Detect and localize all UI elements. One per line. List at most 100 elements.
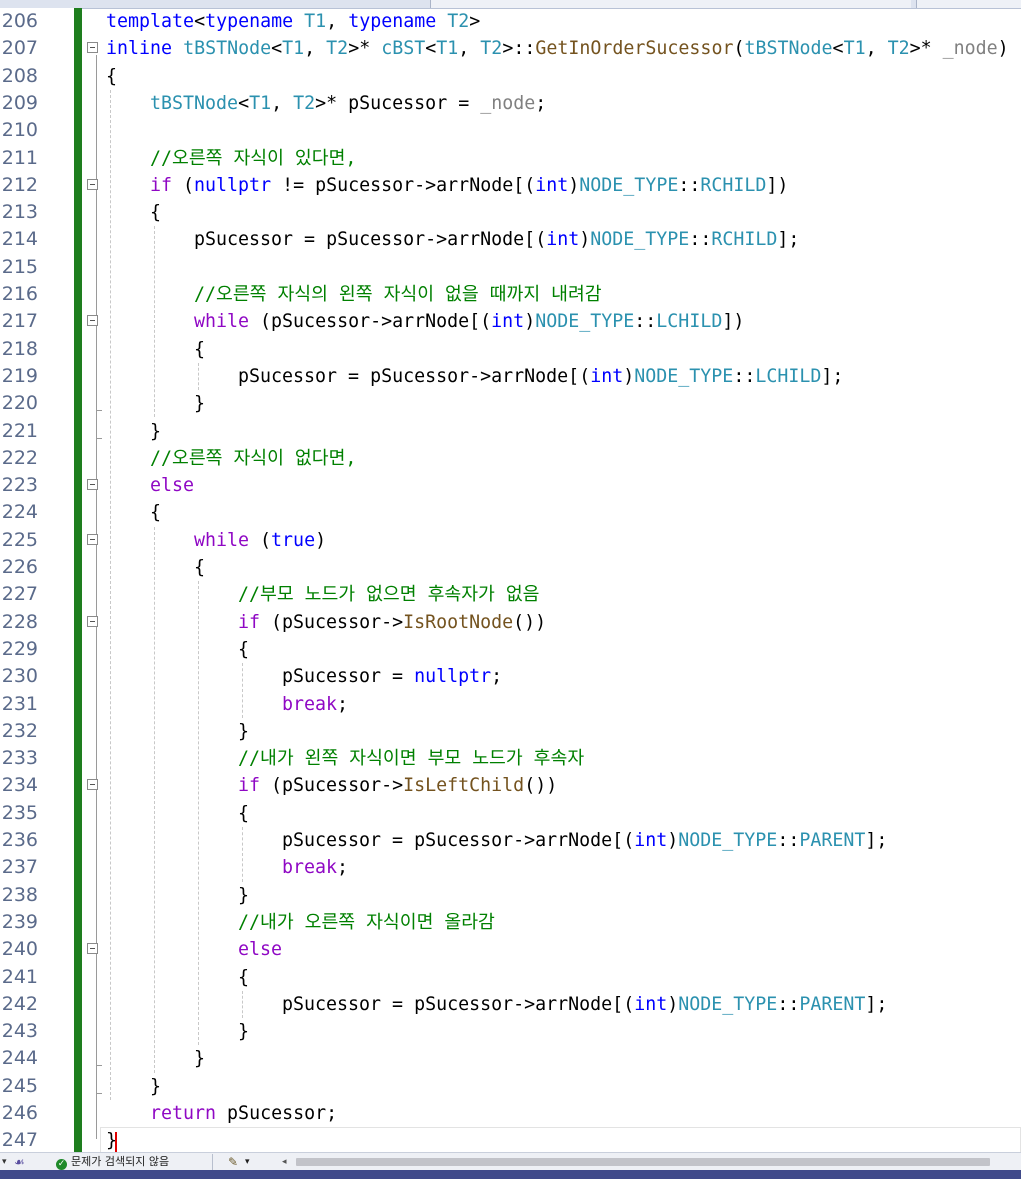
arrow-left-icon[interactable]: ◂ (282, 1154, 287, 1170)
code-line[interactable]: 210 (0, 117, 1021, 144)
code-cleanup-icon[interactable]: ✎ (228, 1154, 238, 1170)
code-text: } (238, 1021, 250, 1043)
line-number: 247 (1, 1129, 38, 1152)
code-editor[interactable]: 206 template<typename T1, typename T2> 207… (0, 8, 1021, 1153)
code-text: template<typename T1, typename T2> (106, 11, 481, 32)
code-text: //오른쪽 자식이 있다면, (150, 147, 357, 169)
code-line[interactable]: 220} (0, 390, 1021, 417)
code-line[interactable]: 232} (0, 718, 1021, 745)
code-line[interactable]: 206 template<typename T1, typename T2> (0, 8, 1021, 35)
code-line[interactable]: 207 inline tBSTNode<T1, T2>* cBST<T1, T2>… (0, 35, 1021, 62)
code-text: { (238, 802, 250, 824)
line-number: 222 (1, 446, 38, 469)
code-line[interactable]: 213 { (0, 199, 1021, 226)
code-text: //내가 오른쪽 자식이면 올라감 (238, 911, 495, 933)
line-number: 234 (1, 774, 38, 797)
code-line[interactable]: 209 tBSTNode<T1, T2>* pSucessor = _node; (0, 90, 1021, 117)
line-number: 225 (1, 528, 38, 551)
code-text: } (238, 884, 250, 906)
code-line[interactable]: 237 break; (0, 854, 1021, 881)
code-text: } (194, 1048, 206, 1070)
code-line[interactable]: 228 if (pSucessor->IsRootNode()) (0, 609, 1021, 636)
code-line[interactable]: 216 //오른쪽 자식의 왼쪽 자식이 없을 때까지 내려감 (0, 281, 1021, 308)
navigation-bar-class-dropdown[interactable] (430, 0, 911, 8)
code-text: { (150, 202, 162, 224)
code-line[interactable]: 239 //내가 오른쪽 자식이면 올라감 (0, 909, 1021, 936)
code-text: if (nullptr != pSucessor->arrNode[(int)N… (150, 174, 789, 196)
line-number: 233 (1, 747, 38, 770)
code-line[interactable]: 242 pSucessor = pSucessor->arrNode[(int)N… (0, 991, 1021, 1018)
collapse-block-icon[interactable] (87, 533, 98, 545)
code-text: pSucessor = pSucessor->arrNode[(int)NODE… (194, 229, 800, 251)
code-line[interactable]: 212 if (nullptr != pSucessor->arrNode[(in… (0, 172, 1021, 199)
collapse-block-icon[interactable] (87, 943, 98, 955)
line-number: 244 (1, 1047, 38, 1070)
line-number: 236 (1, 829, 38, 851)
code-line[interactable]: 243} (0, 1018, 1021, 1045)
line-number: 207 (1, 37, 38, 60)
code-line[interactable]: 225 while (true) (0, 527, 1021, 554)
code-line[interactable]: 233 //내가 왼쪽 자식이면 부모 노드가 후속자 (0, 745, 1021, 772)
line-number: 215 (1, 255, 38, 278)
code-text: break; (282, 857, 349, 879)
code-line[interactable]: 238} (0, 882, 1021, 909)
line-number: 221 (1, 419, 38, 442)
code-line[interactable]: 215 (0, 254, 1021, 281)
code-text: pSucessor = nullptr; (282, 666, 503, 688)
chevron-down-icon[interactable]: ▾ (245, 1154, 250, 1170)
line-number: 218 (1, 337, 38, 360)
line-number: 239 (1, 910, 38, 933)
line-number: 228 (1, 610, 38, 633)
code-line[interactable]: 241 { (0, 964, 1021, 991)
text-caret (115, 1132, 117, 1152)
code-line[interactable]: 224 { (0, 499, 1021, 526)
code-line[interactable]: 229 { (0, 636, 1021, 663)
navigation-bar-member-dropdown[interactable] (916, 0, 1021, 8)
collapse-block-icon[interactable] (87, 779, 98, 791)
code-line[interactable]: 240 else (0, 936, 1021, 963)
code-line[interactable]: 230 pSucessor = nullptr; (0, 663, 1021, 690)
horizontal-scrollbar[interactable] (296, 1158, 990, 1166)
line-number: 208 (1, 64, 38, 87)
code-line[interactable]: 208 { (0, 63, 1021, 90)
code-text: { (194, 338, 206, 360)
code-line[interactable]: 227 //부모 노드가 없으면 후속자가 없음 (0, 581, 1021, 608)
code-line[interactable]: 234 if (pSucessor->IsLeftChild()) (0, 772, 1021, 799)
issues-label: 문제가 검색되지 않음 (71, 1155, 170, 1168)
code-line[interactable]: 221} (0, 418, 1021, 445)
line-number: 243 (1, 1020, 38, 1043)
code-text: } (194, 393, 206, 415)
line-number: 227 (1, 583, 38, 606)
code-line[interactable]: 236 pSucessor = pSucessor->arrNode[(int)N… (0, 827, 1021, 854)
code-line[interactable]: 218 { (0, 336, 1021, 363)
code-line[interactable]: 231 break; (0, 691, 1021, 718)
collapse-block-icon[interactable] (87, 178, 98, 190)
line-number: 224 (1, 501, 38, 524)
code-line[interactable]: 226 { (0, 554, 1021, 581)
code-line[interactable]: 214 pSucessor = pSucessor->arrNode[(int)N… (0, 226, 1021, 253)
collapse-block-icon[interactable] (87, 42, 98, 54)
code-line[interactable]: 245} (0, 1073, 1021, 1100)
line-number: 241 (1, 965, 38, 988)
code-line[interactable]: 244} (0, 1045, 1021, 1072)
collapse-block-icon[interactable] (87, 615, 98, 627)
code-line[interactable]: 219 pSucessor = pSucessor->arrNode[(int)N… (0, 363, 1021, 390)
collapse-block-icon[interactable] (87, 315, 98, 327)
code-text: //내가 왼쪽 자식이면 부모 노드가 후속자 (238, 748, 585, 770)
code-health-icon[interactable]: ☙ (14, 1154, 25, 1170)
code-line[interactable]: 223 else (0, 472, 1021, 499)
issues-indicator[interactable]: ✓ 문제가 검색되지 않음 (56, 1154, 169, 1170)
code-line[interactable]: 211 //오른쪽 자식이 있다면, (0, 145, 1021, 172)
code-line[interactable]: 246 return pSucessor; (0, 1100, 1021, 1127)
current-line-highlight (100, 1127, 1021, 1153)
code-text: if (pSucessor->IsLeftChild()) (238, 775, 558, 797)
code-line[interactable]: 222 //오른쪽 자식이 없다면, (0, 445, 1021, 472)
line-number: 209 (1, 91, 38, 114)
code-line[interactable]: 217 while (pSucessor->arrNode[(int)NODE_T… (0, 308, 1021, 335)
line-number: 212 (1, 173, 38, 196)
code-line[interactable]: 235 { (0, 800, 1021, 827)
code-text: { (106, 65, 118, 87)
collapse-block-icon[interactable] (87, 479, 98, 491)
zoom-dropdown[interactable]: ▾ (2, 1154, 7, 1170)
line-number: 242 (1, 992, 38, 1015)
